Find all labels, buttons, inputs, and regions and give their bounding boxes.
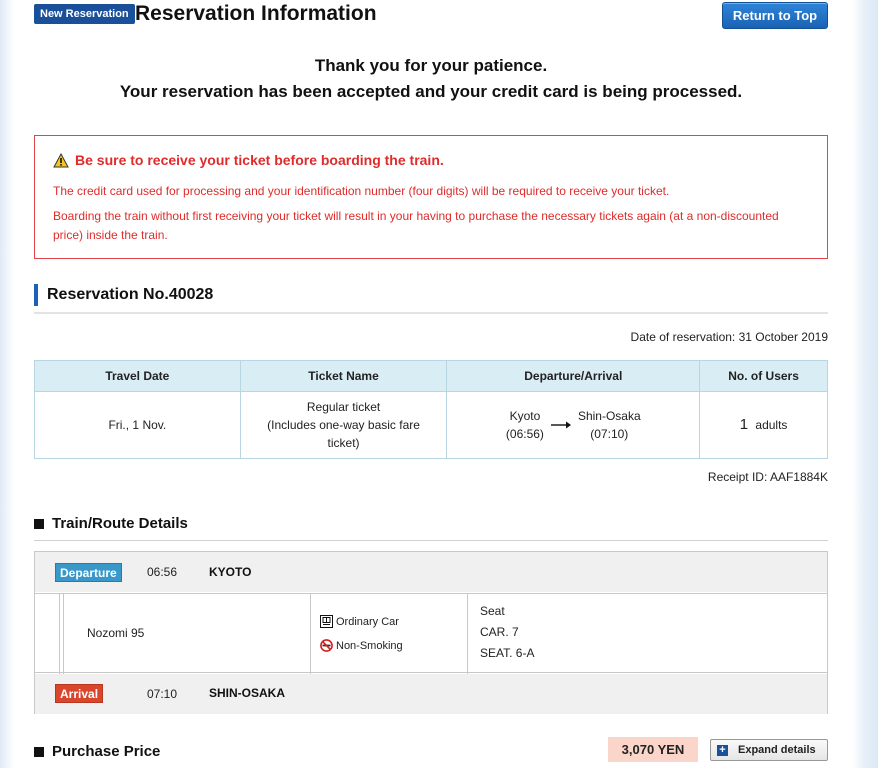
users-count: 1 — [739, 416, 749, 433]
arrival-time: 07:10 — [147, 687, 178, 701]
col-travel-date: Travel Date — [34, 360, 241, 392]
expand-details-label: Expand details — [738, 744, 816, 756]
route-line — [59, 594, 60, 674]
car-type: Ordinary Car — [320, 615, 399, 628]
seat-label: Seat — [480, 604, 505, 618]
expand-details-button[interactable]: + Expand details — [710, 739, 828, 761]
users-unit: adults — [755, 418, 788, 432]
plus-icon: + — [717, 744, 728, 756]
warning-text-2b: price) inside the train. — [53, 228, 168, 242]
divider — [467, 594, 468, 674]
departure-time: 06:56 — [147, 565, 178, 579]
car-number: CAR. 7 — [480, 625, 519, 639]
arrow-right-icon — [550, 421, 571, 429]
section-accent-bar — [34, 284, 38, 306]
travel-date: Fri., 1 Nov. — [34, 391, 241, 459]
warning-heading-text: Be sure to receive your ticket before bo… — [75, 152, 444, 168]
reservation-date: Date of reservation: 31 October 2019 — [630, 330, 828, 344]
square-bullet-icon — [34, 518, 44, 529]
arr-station-name: Shin-Osaka — [577, 409, 641, 423]
warning-text-2a: Boarding the train without first receivi… — [53, 209, 779, 223]
receipt-id: Receipt ID: AAF1884K — [707, 470, 828, 484]
page-title: Reservation Information — [135, 2, 377, 25]
arrival-station: Shin-Osaka (07:10) — [578, 407, 641, 443]
purchase-heading-text: Purchase Price — [52, 743, 161, 760]
accepted-message: Your reservation has been accepted and y… — [119, 82, 743, 101]
warning-text-1: The credit card used for processing and … — [53, 184, 670, 198]
car-type-text: Ordinary Car — [336, 615, 399, 628]
col-users: No. of Users — [699, 360, 828, 392]
smoking-status: Non-Smoking — [320, 639, 403, 652]
arrival-station: SHIN-OSAKA — [209, 686, 286, 700]
divider — [34, 312, 828, 314]
route-line — [63, 594, 64, 674]
no-smoking-icon — [320, 639, 333, 652]
table-header-row: Travel Date Ticket Name Departure/Arriva… — [34, 360, 828, 392]
departure-arrival: Kyoto (06:56) Shin-Osaka (07:10) — [446, 391, 701, 459]
square-bullet-icon — [34, 746, 44, 757]
divider — [310, 594, 311, 674]
route-heading-text: Train/Route Details — [52, 515, 188, 532]
thanks-message: Thank you for your patience. — [314, 56, 548, 75]
purchase-heading: Purchase Price — [34, 743, 160, 760]
ticket-name: Regular ticket (Includes one-way basic f… — [239, 391, 448, 459]
arrival-tag: Arrival — [55, 684, 104, 703]
col-ticket-name: Ticket Name — [239, 360, 448, 392]
new-reservation-badge: New Reservation — [34, 4, 135, 24]
route-heading: Train/Route Details — [34, 515, 188, 532]
ticket-name-line: ticket) — [327, 436, 360, 450]
arr-station-time: (07:10) — [590, 427, 629, 441]
ticket-name-line: (Includes one-way basic fare — [267, 418, 420, 432]
smoking-text: Non-Smoking — [336, 639, 403, 652]
divider — [34, 540, 828, 541]
dep-station-time: (06:56) — [505, 427, 544, 441]
train-name: Nozomi 95 — [87, 626, 145, 640]
return-to-top-button[interactable]: Return to Top — [722, 2, 828, 29]
col-departure-arrival: Departure/Arrival — [446, 360, 701, 392]
arrival-row: Arrival 07:10 SHIN-OSAKA — [35, 674, 827, 714]
seat-car-icon — [320, 615, 333, 628]
departure-tag: Departure — [55, 563, 122, 582]
departure-row: Departure 06:56 KYOTO — [35, 552, 827, 592]
users-cell: 1 adults — [699, 391, 828, 459]
departure-station: Kyoto (06:56) — [506, 407, 544, 443]
reservation-number: Reservation No.40028 — [47, 286, 214, 303]
warning-icon — [53, 152, 69, 167]
table-row: Fri., 1 Nov. Regular ticket (Includes on… — [34, 391, 828, 459]
dep-station-name: Kyoto — [509, 409, 541, 423]
departure-station: KYOTO — [209, 565, 252, 579]
route-details-box: Departure 06:56 KYOTO Nozomi 95 Ordinary… — [34, 551, 828, 714]
seat-number: SEAT. 6-A — [480, 646, 535, 660]
train-row: Nozomi 95 Ordinary Car Non-Smoking Seat … — [35, 593, 827, 674]
price-total: 3,070 YEN — [608, 737, 698, 762]
warning-box: Be sure to receive your ticket before bo… — [34, 135, 828, 259]
warning-heading: Be sure to receive your ticket before bo… — [53, 152, 444, 168]
reservation-table: Travel Date Ticket Name Departure/Arriva… — [34, 360, 828, 459]
ticket-name-line: Regular ticket — [306, 400, 381, 414]
